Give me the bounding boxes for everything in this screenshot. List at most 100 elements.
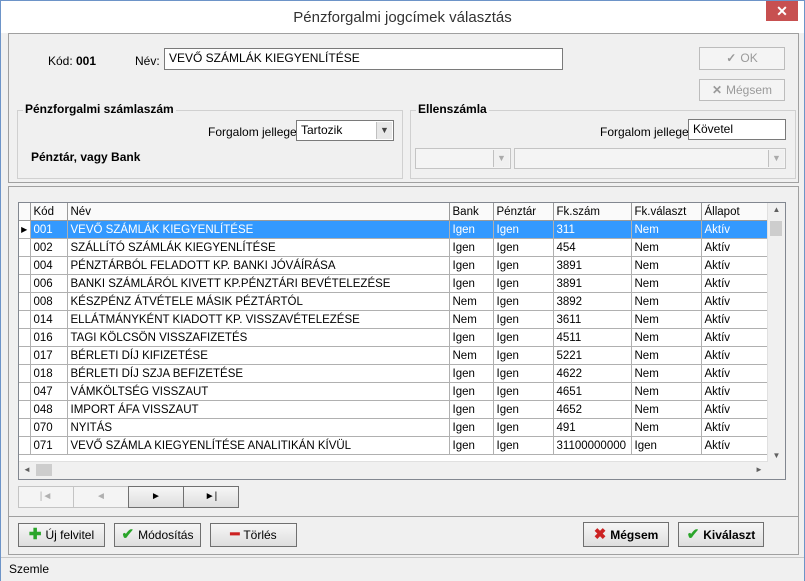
horizontal-scroll-thumb[interactable]: [36, 464, 52, 476]
cell-allapot[interactable]: Aktív: [701, 346, 768, 365]
cell-penztar[interactable]: Igen: [493, 328, 554, 347]
cell-nev[interactable]: IMPORT ÁFA VISSZAUT: [67, 400, 450, 419]
column-header-penztar[interactable]: Pénztár: [493, 203, 554, 221]
table-row[interactable]: 002 SZÁLLÍTÓ SZÁMLÁK KIEGYENLÍTÉSE Igen Ige…: [19, 238, 768, 257]
cell-fkszam[interactable]: 5221: [553, 346, 632, 365]
row-indicator[interactable]: [19, 292, 31, 311]
nav-first-button[interactable]: |◄: [18, 486, 74, 508]
row-indicator[interactable]: [19, 382, 31, 401]
cell-fkszam[interactable]: 3891: [553, 274, 632, 293]
cell-fkszam[interactable]: 4652: [553, 400, 632, 419]
cell-fkszam[interactable]: 4651: [553, 382, 632, 401]
cell-fkszam[interactable]: 4622: [553, 364, 632, 383]
modify-button[interactable]: ✔ Módosítás: [114, 523, 201, 547]
cell-bank[interactable]: Igen: [449, 256, 494, 275]
cell-penztar[interactable]: Igen: [493, 292, 554, 311]
cell-penztar[interactable]: Igen: [493, 256, 554, 275]
close-button[interactable]: ✕: [766, 1, 798, 21]
cell-allapot[interactable]: Aktív: [701, 310, 768, 329]
cell-fkvalaszt[interactable]: Nem: [631, 310, 702, 329]
nav-last-button[interactable]: ►|: [183, 486, 239, 508]
current-row-indicator-icon[interactable]: ▶: [19, 220, 31, 239]
cell-allapot[interactable]: Aktív: [701, 220, 768, 239]
scroll-thumb[interactable]: [770, 221, 782, 236]
select-button[interactable]: ✔ Kiválaszt: [678, 522, 764, 547]
table-row[interactable]: 017 BÉRLETI DÍJ KIFIZETÉSE Nem Igen 5221 Nem A…: [19, 346, 768, 365]
cell-penztar[interactable]: Igen: [493, 310, 554, 329]
cell-bank[interactable]: Igen: [449, 328, 494, 347]
ellenszamla-forgalom-field[interactable]: Követel: [688, 119, 786, 140]
cell-penztar[interactable]: Igen: [493, 274, 554, 293]
nav-next-button[interactable]: ►: [128, 486, 184, 508]
cell-bank[interactable]: Igen: [449, 238, 494, 257]
cell-bank[interactable]: Igen: [449, 274, 494, 293]
cell-fkvalaszt[interactable]: Nem: [631, 400, 702, 419]
table-row[interactable]: 018 BÉRLETI DÍJ SZJA BEFIZETÉSE Igen Igen 46…: [19, 364, 768, 383]
cell-allapot[interactable]: Aktív: [701, 400, 768, 419]
cell-nev[interactable]: VEVŐ SZÁMLÁK KIEGYENLÍTÉSE: [67, 220, 450, 239]
cell-penztar[interactable]: Igen: [493, 382, 554, 401]
cell-nev[interactable]: TAGI KÖLCSÖN VISSZAFIZETÉS: [67, 328, 450, 347]
column-header-allapot[interactable]: Állapot: [701, 203, 768, 221]
cell-kod[interactable]: 002: [30, 238, 68, 257]
column-header-fkszam[interactable]: Fk.szám: [553, 203, 632, 221]
cell-kod[interactable]: 001: [30, 220, 68, 239]
cell-allapot[interactable]: Aktív: [701, 256, 768, 275]
table-row[interactable]: 070 NYITÁS Igen Igen 491 Nem Aktív: [19, 418, 768, 437]
cell-kod[interactable]: 008: [30, 292, 68, 311]
cell-fkszam[interactable]: 4511: [553, 328, 632, 347]
cell-bank[interactable]: Nem: [449, 310, 494, 329]
cancel-button[interactable]: ✖ Mégsem: [583, 522, 669, 547]
cell-allapot[interactable]: Aktív: [701, 328, 768, 347]
cell-nev[interactable]: ELLÁTMÁNYKÉNT KIADOTT KP. VISSZAVÉTELEZÉ…: [67, 310, 450, 329]
cell-penztar[interactable]: Igen: [493, 238, 554, 257]
cell-kod[interactable]: 017: [30, 346, 68, 365]
column-header-bank[interactable]: Bank: [449, 203, 494, 221]
cell-penztar[interactable]: Igen: [493, 364, 554, 383]
row-indicator[interactable]: [19, 238, 31, 257]
cell-kod[interactable]: 071: [30, 436, 68, 455]
cell-fkvalaszt[interactable]: Nem: [631, 418, 702, 437]
table-row[interactable]: 016 TAGI KÖLCSÖN VISSZAFIZETÉS Igen Igen 451…: [19, 328, 768, 347]
cell-fkvalaszt[interactable]: Nem: [631, 346, 702, 365]
cell-bank[interactable]: Igen: [449, 418, 494, 437]
cell-kod[interactable]: 047: [30, 382, 68, 401]
horizontal-scrollbar[interactable]: ◄ ►: [19, 461, 768, 479]
cell-penztar[interactable]: Igen: [493, 220, 554, 239]
cell-nev[interactable]: BÉRLETI DÍJ SZJA BEFIZETÉSE: [67, 364, 450, 383]
cell-nev[interactable]: BANKI SZÁMLÁRÓL KIVETT KP.PÉNZTÁRI BEVÉT…: [67, 274, 450, 293]
scroll-down-icon[interactable]: ▼: [768, 451, 785, 460]
scroll-up-icon[interactable]: ▲: [768, 205, 785, 214]
row-indicator[interactable]: [19, 346, 31, 365]
cell-fkszam[interactable]: 3891: [553, 256, 632, 275]
cell-fkszam[interactable]: 454: [553, 238, 632, 257]
nev-field[interactable]: VEVŐ SZÁMLÁK KIEGYENLÍTÉSE: [164, 48, 563, 70]
cell-fkvalaszt[interactable]: Nem: [631, 328, 702, 347]
ok-button[interactable]: ✓ OK: [699, 47, 785, 70]
cell-bank[interactable]: Igen: [449, 382, 494, 401]
table-row[interactable]: 048 IMPORT ÁFA VISSZAUT Igen Igen 4652 Nem Akt…: [19, 400, 768, 419]
cell-fkszam[interactable]: 3892: [553, 292, 632, 311]
cell-fkvalaszt[interactable]: Nem: [631, 364, 702, 383]
cell-nev[interactable]: BÉRLETI DÍJ KIFIZETÉSE: [67, 346, 450, 365]
nav-prev-button[interactable]: ◄: [73, 486, 129, 508]
table-row[interactable]: 014 ELLÁTMÁNYKÉNT KIADOTT KP. VISSZAVÉTEL…: [19, 310, 768, 329]
cell-fkvalaszt[interactable]: Igen: [631, 436, 702, 455]
cell-fkvalaszt[interactable]: Nem: [631, 274, 702, 293]
column-header-kod[interactable]: Kód: [30, 203, 68, 221]
row-indicator[interactable]: [19, 310, 31, 329]
cell-bank[interactable]: Igen: [449, 436, 494, 455]
row-indicator[interactable]: [19, 256, 31, 275]
cell-bank[interactable]: Nem: [449, 292, 494, 311]
cell-kod[interactable]: 006: [30, 274, 68, 293]
cell-penztar[interactable]: Igen: [493, 418, 554, 437]
cell-nev[interactable]: NYITÁS: [67, 418, 450, 437]
scroll-right-icon[interactable]: ►: [753, 465, 765, 474]
cell-fkszam[interactable]: 3611: [553, 310, 632, 329]
cell-allapot[interactable]: Aktív: [701, 238, 768, 257]
data-grid[interactable]: Kód Név Bank Pénztár Fk.szám Fk.választ …: [18, 202, 786, 480]
vertical-scrollbar[interactable]: ▲ ▼: [767, 203, 785, 462]
ellenszamla-account-select[interactable]: ▼: [415, 148, 511, 169]
cell-allapot[interactable]: Aktív: [701, 418, 768, 437]
cell-penztar[interactable]: Igen: [493, 346, 554, 365]
